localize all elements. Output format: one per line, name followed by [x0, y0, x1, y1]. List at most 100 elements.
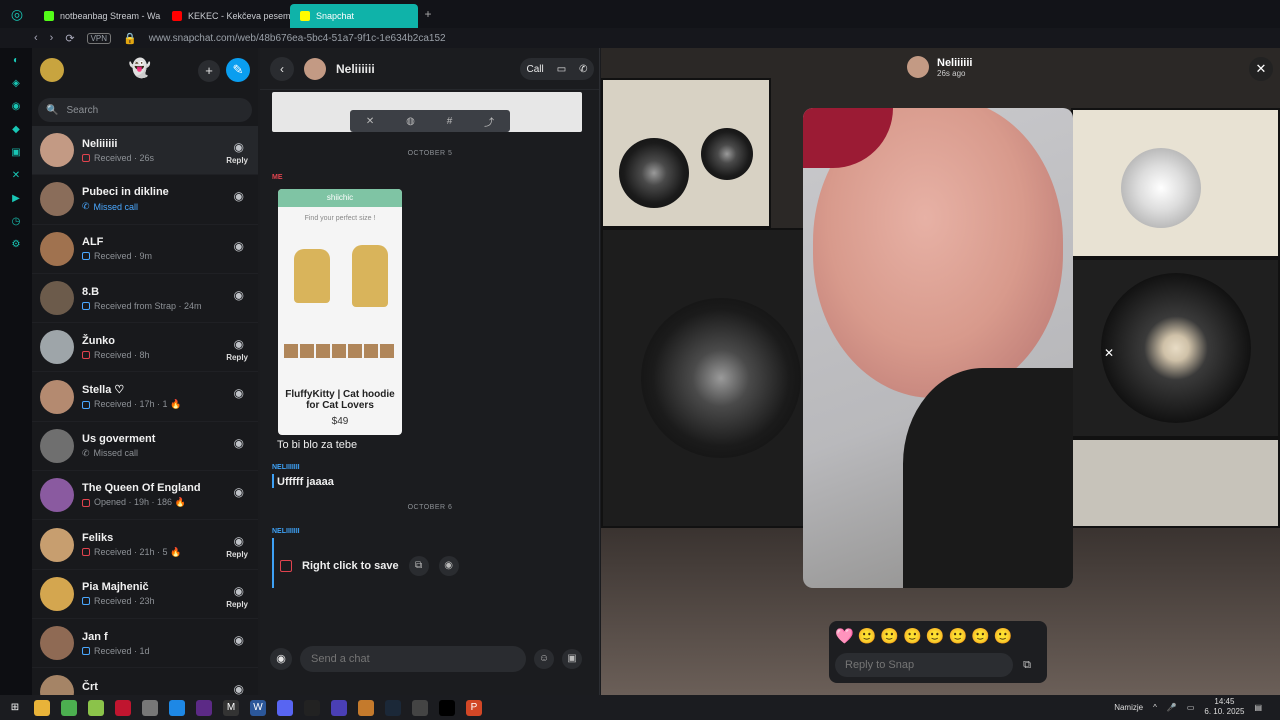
discord-icon[interactable]	[277, 699, 293, 716]
snap-photo[interactable]	[803, 108, 1073, 588]
bitmoji-reaction-5[interactable]: 🙂	[948, 627, 967, 645]
camera-icon[interactable]: ◉	[234, 288, 244, 302]
camera-icon[interactable]: ◉	[234, 386, 244, 400]
whatsapp-icon[interactable]: ◉	[9, 100, 23, 114]
chat-item-8[interactable]: Feliks Received · 21h · 5 🔥 ◉ Reply	[32, 520, 258, 570]
tab-kekec[interactable]: KEKEC - Kekčeva pesem	[162, 4, 290, 28]
messenger-icon[interactable]: ◆	[9, 123, 23, 137]
game-icon[interactable]	[196, 699, 212, 716]
app-icon[interactable]	[61, 699, 77, 716]
video-icon[interactable]: ▭	[557, 64, 566, 75]
snap-save-row[interactable]: Right click to save ⧉ ◉	[280, 554, 460, 578]
steam-icon[interactable]	[385, 699, 401, 716]
chat-item-3[interactable]: 8.B Received from Strap · 24m ◉	[32, 274, 258, 324]
vpn-badge[interactable]: VPN	[86, 32, 112, 44]
chat-item-9[interactable]: Pia Majhenič Received · 23h ◉ Reply	[32, 570, 258, 619]
chat-item-1[interactable]: Pubeci in dikline ✆ Missed call ◉	[32, 175, 258, 225]
call-button[interactable]: Call ▭ ✆	[520, 58, 594, 80]
x-icon[interactable]: ✕	[9, 169, 23, 183]
chevron-up-icon[interactable]: ^	[1153, 703, 1157, 712]
windows-start-icon[interactable]: ⊞	[7, 700, 23, 716]
back-arrow-icon[interactable]: ‹	[34, 32, 38, 44]
avatar[interactable]	[40, 428, 74, 463]
notification-icon[interactable]: ▤	[1254, 703, 1262, 712]
new-tab-button[interactable]: +	[418, 7, 438, 21]
reply-label[interactable]: Reply	[226, 550, 248, 559]
opera-icon[interactable]	[115, 699, 131, 716]
reply-label[interactable]: Reply	[226, 156, 248, 165]
chat-item-4[interactable]: Žunko Received · 8h ◉ Reply	[32, 323, 258, 373]
chat-item-5[interactable]: Stella ♡ Received · 17h · 1 🔥 ◉	[32, 372, 258, 422]
twitch-icon[interactable]: ▣	[9, 146, 23, 160]
media-button[interactable]: ▣	[562, 649, 582, 669]
chat-item-7[interactable]: The Queen Of England Opened · 19h · 186 🔥…	[32, 471, 258, 521]
app-icon-3[interactable]	[304, 699, 320, 716]
chat-item-6[interactable]: Us goverment ✆ Missed call ◉	[32, 422, 258, 472]
mute-icon[interactable]: ◍	[406, 116, 415, 127]
avatar[interactable]	[40, 330, 74, 365]
avatar[interactable]	[40, 281, 74, 316]
file-explorer-icon[interactable]	[34, 699, 50, 716]
close-snap-button[interactable]: ✕	[1249, 57, 1273, 81]
camera-icon[interactable]: ◉	[234, 485, 244, 499]
avatar[interactable]	[40, 231, 74, 266]
camera-icon[interactable]: ◉	[234, 534, 244, 548]
url-text[interactable]: www.snapchat.com/web/48b676ea-5bc4-51a7-…	[149, 33, 446, 44]
reply-label[interactable]: Reply	[226, 353, 248, 362]
avatar[interactable]	[40, 182, 74, 217]
avatar[interactable]	[40, 527, 74, 562]
profile-avatar[interactable]	[40, 58, 64, 82]
camera-icon[interactable]: ◉	[234, 189, 244, 203]
camera-icon[interactable]: ◉	[234, 337, 244, 351]
reply-to-snap-input[interactable]	[835, 653, 1013, 677]
obs-icon[interactable]	[412, 699, 428, 716]
bitmoji-reaction-1[interactable]: 🙂	[858, 627, 877, 645]
avatar[interactable]	[40, 379, 74, 414]
camera-icon[interactable]: ◉	[234, 633, 244, 647]
camera-button[interactable]: ◉	[270, 648, 292, 670]
conversation-avatar[interactable]	[304, 57, 326, 80]
app-icon-2[interactable]	[142, 699, 158, 716]
chat-item-10[interactable]: Jan f Received · 1d ◉	[32, 619, 258, 669]
avatar[interactable]	[40, 133, 74, 168]
app-icon-4[interactable]	[331, 699, 347, 716]
edge-icon[interactable]	[169, 699, 185, 716]
emoji-button[interactable]: ☺	[534, 649, 554, 669]
sticker-icon[interactable]: ⧉	[1017, 659, 1037, 679]
chat-item-0[interactable]: Neliiiiii Received · 26s ◉ Reply	[32, 126, 258, 176]
share-icon[interactable]: ⤴	[484, 114, 494, 129]
camera-icon[interactable]: ◉	[234, 239, 244, 253]
network-icon[interactable]: ▭	[1187, 703, 1195, 712]
camera-icon[interactable]: ◉	[234, 436, 244, 450]
new-chat-button[interactable]: ✎	[226, 58, 250, 82]
camera-icon[interactable]: ◉	[234, 140, 244, 154]
close-overlay-icon[interactable]: ✕	[1104, 346, 1114, 360]
copy-icon[interactable]: ⧉	[408, 556, 429, 576]
opera-logo-icon[interactable]: ◎	[0, 6, 34, 23]
bitmoji-reaction-7[interactable]: 🙂	[994, 627, 1013, 645]
avatar[interactable]	[40, 626, 74, 661]
bitmoji-reaction-0[interactable]: 🩷	[835, 627, 854, 645]
settings-icon[interactable]: ⚙	[9, 238, 23, 252]
add-friend-button[interactable]: +	[198, 60, 220, 82]
mic-icon[interactable]: 🎤	[1167, 703, 1177, 712]
tab-snapchat[interactable]: Snapchat	[290, 4, 418, 28]
forward-arrow-icon[interactable]: ›	[50, 32, 54, 44]
app-icon-5[interactable]	[358, 699, 374, 716]
bitmoji-reaction-6[interactable]: 🙂	[971, 627, 990, 645]
word-icon[interactable]: W	[250, 699, 266, 716]
history-icon[interactable]: ◷	[9, 215, 23, 229]
camera-icon[interactable]: ◉	[234, 584, 244, 598]
chat-item-2[interactable]: ALF Received · 9m ◉	[32, 225, 258, 274]
snap-avatar[interactable]	[907, 56, 929, 78]
hashtag-icon[interactable]: #	[447, 116, 453, 127]
search-input[interactable]: 🔍 Search	[38, 98, 252, 122]
powerpoint-icon[interactable]: P	[466, 699, 482, 716]
app-icon-6[interactable]	[439, 699, 455, 716]
phone-icon[interactable]: ✆	[579, 64, 587, 75]
snap-checkbox[interactable]	[280, 560, 292, 572]
bitmoji-reaction-3[interactable]: 🙂	[903, 627, 922, 645]
aria-icon[interactable]: ◈	[9, 77, 23, 91]
shared-product-card[interactable]: shiichic Find your perfect size ! Fluffy…	[278, 189, 402, 435]
bitmoji-reaction-2[interactable]: 🙂	[880, 627, 899, 645]
